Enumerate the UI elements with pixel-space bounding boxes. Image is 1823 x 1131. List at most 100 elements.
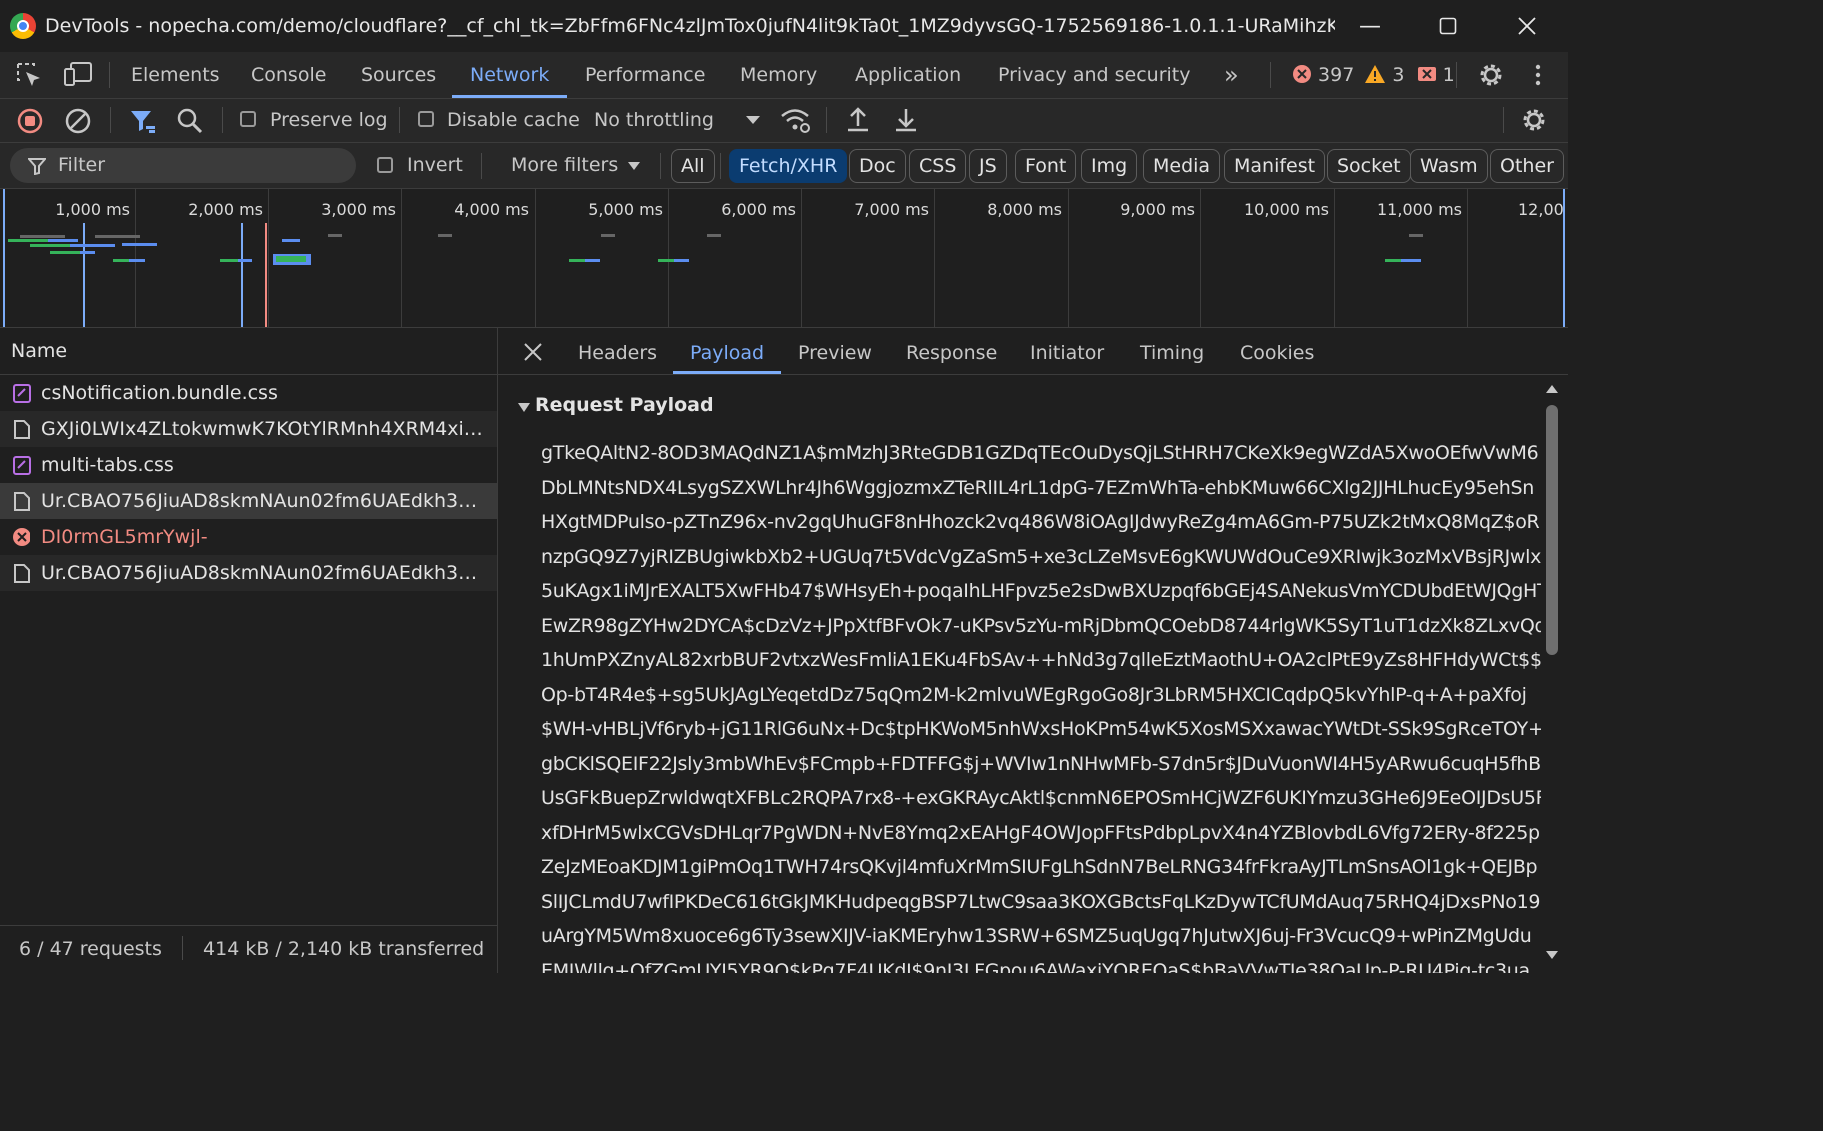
filter-chip-img[interactable]: Img [1081,149,1138,183]
inspect-element-icon[interactable] [16,62,42,88]
request-name: DI0rmGL5mrYwjl- [41,526,208,548]
invert-checkbox[interactable] [377,157,393,173]
timeline-label: 7,000 ms [854,200,929,219]
preserve-log-checkbox[interactable] [240,111,256,127]
disable-cache-checkbox[interactable] [418,111,434,127]
payload-line: gbCKlSQEIF22Jsly3mbWhEv$FCmpb+FDTFFG$j+W… [541,752,1541,775]
maximize-button[interactable] [1409,0,1487,52]
tab-timing[interactable]: Timing [1140,328,1204,374]
record-stop-icon[interactable] [16,107,44,135]
tab-elements[interactable]: Elements [131,52,220,98]
filter-chip-media[interactable]: Media [1143,149,1221,183]
request-row-selected[interactable]: Ur.CBAO756JiuAD8skmNAun02fm6UAEdkh3X0... [0,483,497,519]
overview-left-handle[interactable] [3,189,5,327]
filter-chip-all[interactable]: All [671,149,715,183]
tab-console[interactable]: Console [251,52,326,98]
tab-initiator[interactable]: Initiator [1030,328,1104,374]
payload-line: Op-bT4R4e$+sg5UkJAgLYeqetdDz75qQm2M-k2ml… [541,683,1527,706]
collapse-triangle-icon[interactable] [518,403,530,413]
network-conditions-icon[interactable] [780,107,812,135]
filter-chip-manifest[interactable]: Manifest [1224,149,1326,183]
tab-privacy-and-security[interactable]: Privacy and security [998,52,1190,98]
minimize-button[interactable]: — [1331,0,1409,52]
filter-input[interactable]: Filter [10,148,356,183]
close-details-icon[interactable] [523,342,543,362]
timeline-bar [122,243,157,246]
filter-chip-socket[interactable]: Socket [1327,149,1411,183]
filter-chip-wasm[interactable]: Wasm [1410,149,1488,183]
document-icon [14,564,30,583]
filter-chip-js[interactable]: JS [969,149,1007,183]
filter-funnel-icon [28,158,46,175]
tab-network[interactable]: Network [452,52,568,98]
search-icon[interactable] [176,107,204,135]
scroll-down-arrow-icon[interactable] [1545,949,1559,961]
request-row[interactable]: GXJi0LWIx4ZLtokwmwK7KOtYlRMnh4XRM4xiH... [0,411,497,447]
payload-scrollbar[interactable] [1544,383,1560,973]
device-toolbar-icon[interactable] [63,61,93,89]
tab-response[interactable]: Response [906,328,997,374]
name-column-label: Name [11,340,68,362]
document-icon [14,492,30,511]
timeline-label: 1,000 ms [55,200,130,219]
throttling-select[interactable]: No throttling [594,99,714,142]
tab-performance[interactable]: Performance [585,52,705,98]
close-window-button[interactable] [1488,0,1566,52]
more-filters-dropdown[interactable]: More filters [511,143,618,188]
request-row[interactable]: multi-tabs.css [0,447,497,483]
timeline-label: 2,000 ms [188,200,263,219]
timeline-gridline [268,189,269,327]
issue-icon [1417,67,1436,81]
timeline-bar [95,235,140,238]
filter-chip-doc[interactable]: Doc [849,149,906,183]
more-tabs-icon[interactable]: » [1224,52,1239,98]
filter-chip-fetch-xhr[interactable]: Fetch/XHR [729,149,848,183]
filter-icon[interactable] [129,107,157,135]
css-file-icon [13,456,31,475]
timeline-overview[interactable]: 1,000 ms 2,000 ms 3,000 ms 4,000 ms 5,00… [0,189,1568,328]
name-column-header[interactable]: Name [0,328,497,375]
timeline-gridline [668,189,669,327]
issues-counter[interactable]: 397 3 1 [1292,52,1455,98]
request-row[interactable]: csNotification.bundle.css [0,375,497,411]
divider [720,153,721,179]
request-row-error[interactable]: DI0rmGL5mrYwjl- [0,519,497,555]
request-payload-title[interactable]: Request Payload [535,394,714,416]
filter-chip-font[interactable]: Font [1015,149,1077,183]
timeline-bar [585,259,600,262]
chrome-logo-icon [10,13,36,39]
tab-application[interactable]: Application [855,52,961,98]
timeline-label: 8,000 ms [987,200,1062,219]
load-event-marker [265,223,267,327]
timeline-bar [328,234,342,237]
tab-cookies[interactable]: Cookies [1240,328,1314,374]
more-options-icon[interactable] [1532,63,1544,87]
filter-chip-css[interactable]: CSS [909,149,967,183]
scroll-up-arrow-icon[interactable] [1545,383,1559,395]
tab-memory[interactable]: Memory [740,52,817,98]
clear-icon[interactable] [64,107,92,135]
timeline-bar [80,251,95,254]
timeline-bar [8,239,48,242]
network-status-bar: 6 / 47 requests 414 kB / 2,140 kB transf… [0,925,497,974]
tab-payload[interactable]: Payload [673,328,782,374]
tab-preview[interactable]: Preview [798,328,872,374]
error-icon [1293,65,1311,83]
scrollbar-thumb[interactable] [1546,405,1558,655]
tab-sources[interactable]: Sources [361,52,436,98]
settings-gear-icon[interactable] [1477,61,1505,89]
payload-line: $WH-vHBLjVf6ryb+jG11RlG6uNx+Dc$tpHKWoM5n… [541,718,1541,740]
filter-chip-other[interactable]: Other [1490,149,1564,183]
export-har-icon[interactable] [893,106,919,134]
network-settings-gear-icon[interactable] [1520,106,1548,134]
payload-line: SlIJCLmdU7wfIPKDeC616tGkJMKHudpeqgBSP7Lt… [541,890,1541,913]
filter-bar: Filter Invert More filters All Fetch/XHR… [0,143,1568,189]
overview-right-handle[interactable] [1563,189,1565,327]
request-row[interactable]: Ur.CBAO756JiuAD8skmNAun02fm6UAEdkh3X0... [0,555,497,591]
timeline-bar [438,234,452,237]
devtools-main-tabs: Elements Console Sources Network Perform… [0,52,1568,99]
tab-headers[interactable]: Headers [578,328,657,374]
timeline-bar [707,234,721,237]
divider [181,936,183,960]
import-har-icon[interactable] [845,106,871,134]
